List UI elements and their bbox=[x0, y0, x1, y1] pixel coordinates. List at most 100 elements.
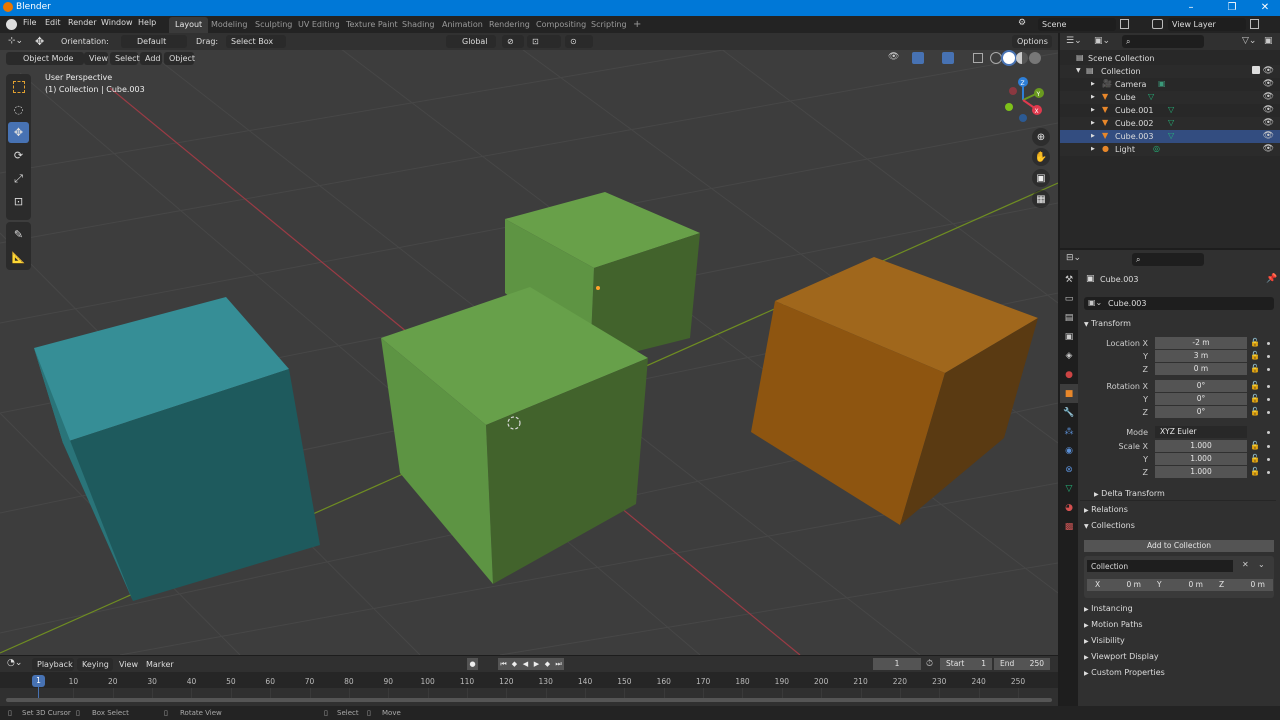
prev-keyframe-icon[interactable]: ◆ bbox=[509, 658, 520, 670]
panel-header-motion-paths[interactable]: ▶ Motion Paths bbox=[1084, 620, 1143, 629]
material-tab-icon[interactable]: ◕ bbox=[1060, 498, 1078, 517]
transform-orientation-dropdown[interactable]: Global bbox=[446, 35, 496, 48]
constraints-tab-icon[interactable]: ⊗ bbox=[1060, 460, 1078, 479]
editor-type-icon[interactable]: ⊟⌄ bbox=[1066, 253, 1081, 263]
rotation-mode-dropdown[interactable]: XYZ Euler bbox=[1155, 426, 1247, 438]
keyframe-dot-icon[interactable] bbox=[1267, 458, 1270, 461]
workspace-tab-animation[interactable]: Animation bbox=[436, 17, 489, 33]
measure-tool[interactable]: 📐 bbox=[8, 247, 29, 268]
expand-arrow-icon[interactable]: ▶ bbox=[1091, 94, 1095, 100]
3d-viewport[interactable]: User Perspective (1) Collection | Cube.0… bbox=[0, 33, 1058, 655]
mesh-data-icon[interactable]: ▽ bbox=[1168, 118, 1174, 127]
lock-icon[interactable]: 🔓 bbox=[1250, 467, 1260, 476]
collections-panel-header[interactable]: ▼ Collections bbox=[1084, 521, 1135, 530]
jump-end-icon[interactable]: ⏭ bbox=[553, 658, 564, 670]
pan-view-icon[interactable]: ✋ bbox=[1032, 148, 1050, 166]
scene-selector[interactable]: Scene bbox=[1038, 18, 1116, 31]
menu-view[interactable]: View bbox=[119, 660, 138, 669]
panel-header-viewport-display[interactable]: ▶ Viewport Display bbox=[1084, 652, 1159, 661]
location-z-field[interactable]: 0 m bbox=[1155, 363, 1247, 375]
mesh-data-tab-icon[interactable]: ▽ bbox=[1060, 479, 1078, 498]
mesh-data-icon[interactable]: ▽ bbox=[1168, 105, 1174, 114]
menu-select[interactable]: Select bbox=[110, 52, 140, 65]
orientation-dropdown[interactable]: Default bbox=[121, 35, 187, 48]
object-type-icon[interactable]: ▣⌄ bbox=[1088, 298, 1102, 307]
current-frame-field[interactable]: 1 bbox=[873, 658, 921, 670]
display-mode-icon[interactable]: ▣⌄ bbox=[1094, 36, 1110, 46]
rendered-shading-icon[interactable] bbox=[1029, 52, 1041, 64]
workspace-tab-texture-paint[interactable]: Texture Paint bbox=[340, 17, 404, 33]
xray-toggle-icon[interactable] bbox=[973, 53, 983, 63]
outliner-row-collection[interactable]: ▼ ▤ Collection 👁 bbox=[1060, 65, 1280, 78]
relations-panel-header[interactable]: ▶ Relations bbox=[1084, 505, 1128, 514]
play-icon[interactable]: ▶ bbox=[531, 658, 542, 670]
keyframe-dot-icon[interactable] bbox=[1267, 445, 1270, 448]
lock-icon[interactable]: 🔓 bbox=[1250, 351, 1260, 360]
workspace-tab-modeling[interactable]: Modeling bbox=[205, 17, 253, 33]
menu-window[interactable]: Window bbox=[101, 18, 133, 27]
rotation-z-field[interactable]: 0° bbox=[1155, 406, 1247, 418]
workspace-tab-rendering[interactable]: Rendering bbox=[483, 17, 536, 33]
pin-icon[interactable]: 📌 bbox=[1266, 274, 1277, 284]
menu-keying[interactable]: Keying bbox=[77, 658, 113, 671]
drag-dropdown[interactable]: Select Box bbox=[226, 35, 286, 48]
expand-arrow-icon[interactable]: ▶ bbox=[1091, 133, 1095, 139]
panel-header-instancing[interactable]: ▶ Instancing bbox=[1084, 604, 1133, 613]
object-datablock-field[interactable]: ▣⌄ Cube.003 bbox=[1084, 297, 1274, 310]
select-box-tool[interactable] bbox=[8, 76, 29, 97]
outliner-row-camera[interactable]: ▶ 🎥 Camera ▣ 👁 bbox=[1060, 78, 1280, 91]
workspace-tab-scripting[interactable]: Scripting bbox=[585, 17, 633, 33]
material-preview-icon[interactable] bbox=[1016, 52, 1028, 64]
transform-tool[interactable]: ⊡ bbox=[8, 191, 29, 212]
keyframe-dot-icon[interactable] bbox=[1267, 398, 1270, 401]
rotate-tool[interactable]: ⟳ bbox=[8, 145, 29, 166]
close-button[interactable]: ✕ bbox=[1250, 0, 1280, 16]
view-layer-tab-icon[interactable]: ▣ bbox=[1060, 327, 1078, 346]
keyframe-dot-icon[interactable] bbox=[1267, 431, 1270, 434]
new-scene-icon[interactable] bbox=[1120, 19, 1129, 29]
lock-icon[interactable]: 🔓 bbox=[1250, 394, 1260, 403]
delta-transform-header[interactable]: ▶ Delta Transform bbox=[1094, 489, 1165, 498]
new-view-layer-icon[interactable] bbox=[1250, 19, 1259, 29]
expand-arrow-icon[interactable]: ▶ bbox=[1091, 146, 1095, 152]
play-reverse-icon[interactable]: ◀ bbox=[520, 658, 531, 670]
keyframe-dot-icon[interactable] bbox=[1267, 385, 1270, 388]
editor-type-icon[interactable]: ☰⌄ bbox=[1066, 36, 1082, 46]
lock-icon[interactable]: 🔓 bbox=[1250, 338, 1260, 347]
expand-arrow-icon[interactable]: ▼ bbox=[1076, 67, 1081, 74]
expand-arrow-icon[interactable]: ▶ bbox=[1091, 107, 1095, 113]
cube-003-object[interactable] bbox=[751, 257, 1038, 525]
panel-header-visibility[interactable]: ▶ Visibility bbox=[1084, 636, 1125, 645]
workspace-tab-sculpting[interactable]: Sculpting bbox=[249, 17, 298, 33]
rotation-x-field[interactable]: 0° bbox=[1155, 380, 1247, 392]
playhead[interactable]: 1 bbox=[32, 675, 45, 687]
outliner-row-cube-002[interactable]: ▶ ▼ Cube.002 ▽ 👁 bbox=[1060, 117, 1280, 130]
rotation-y-field[interactable]: 0° bbox=[1155, 393, 1247, 405]
eye-icon[interactable]: 👁 bbox=[1263, 131, 1274, 141]
menu-render[interactable]: Render bbox=[68, 18, 96, 27]
output-tab-icon[interactable]: ▤ bbox=[1060, 308, 1078, 327]
show-overlays-icon[interactable] bbox=[942, 52, 954, 64]
object-tab-icon[interactable]: ■ bbox=[1060, 384, 1078, 403]
collection-name-field[interactable]: Collection bbox=[1087, 560, 1233, 572]
location-x-field[interactable]: -2 m bbox=[1155, 337, 1247, 349]
lock-icon[interactable]: 🔓 bbox=[1250, 364, 1260, 373]
world-tab-icon[interactable]: ● bbox=[1060, 365, 1078, 384]
eye-icon[interactable]: 👁 bbox=[1263, 79, 1274, 89]
offset-y-field[interactable]: Y0 m bbox=[1149, 579, 1211, 591]
particles-tab-icon[interactable]: ⁂ bbox=[1060, 422, 1078, 441]
outliner-row-cube-001[interactable]: ▶ ▼ Cube.001 ▽ 👁 bbox=[1060, 104, 1280, 117]
move-tool[interactable]: ✥ bbox=[8, 122, 29, 143]
location-y-field[interactable]: 3 m bbox=[1155, 350, 1247, 362]
exclude-checkbox[interactable] bbox=[1252, 66, 1260, 74]
mesh-data-icon[interactable]: ▽ bbox=[1148, 92, 1154, 101]
mesh-data-icon[interactable]: ▽ bbox=[1168, 131, 1174, 140]
blender-menu-icon[interactable] bbox=[6, 19, 17, 30]
outliner-row-cube-003[interactable]: ▶ ▼ Cube.003 ▽ 👁 bbox=[1060, 130, 1280, 143]
transform-panel-header[interactable]: ▼ Transform bbox=[1084, 319, 1131, 328]
zoom-view-icon[interactable]: ⊕ bbox=[1032, 128, 1050, 146]
render-tab-icon[interactable]: ▭ bbox=[1060, 289, 1078, 308]
tool-icon[interactable]: ⊹⌄ bbox=[8, 36, 23, 46]
scale-z-field[interactable]: 1.000 bbox=[1155, 466, 1247, 478]
show-gizmo-icon[interactable] bbox=[912, 52, 924, 64]
